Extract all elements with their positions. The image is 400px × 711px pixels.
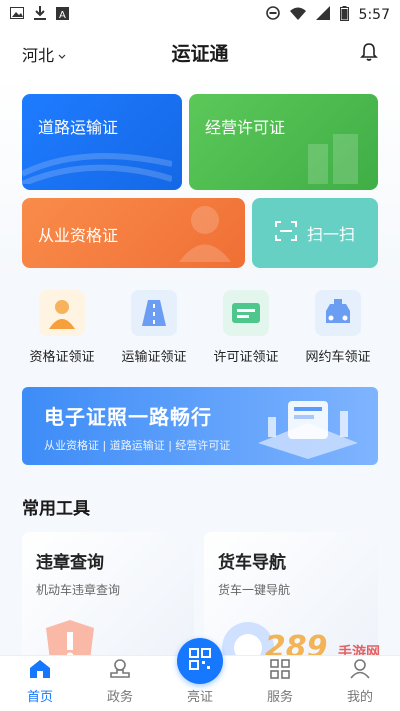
quick-action-label: 许可证领证: [213, 350, 279, 365]
tab-home[interactable]: 首页: [5, 659, 75, 705]
tab-label: 服务: [266, 690, 293, 705]
permit-card-icon: [223, 290, 269, 336]
text-icon: A: [56, 6, 69, 24]
scan-label: 扫一扫: [306, 225, 355, 244]
violation-query-card[interactable]: 违章查询 机动车违章查询: [22, 532, 194, 662]
quick-action-transport[interactable]: 运输证领证: [114, 290, 194, 365]
svg-text:A: A: [59, 10, 66, 20]
tab-label: 我的: [346, 690, 373, 705]
tab-government[interactable]: 政务: [85, 659, 155, 705]
home-icon: [29, 659, 51, 683]
quick-action-label: 资格证领证: [29, 350, 95, 365]
taxi-icon: [315, 290, 361, 336]
business-license-label: 经营许可证: [205, 118, 286, 137]
tab-label: 亮证: [186, 690, 213, 705]
status-icons-left: A: [10, 6, 69, 24]
tool-title: 货车导航: [218, 553, 286, 573]
status-time: 5:57: [358, 7, 390, 23]
quick-action-permit[interactable]: 许可证领证: [206, 290, 286, 365]
building-deco-icon: [308, 134, 358, 184]
quick-actions: 资格证领证 运输证领证 许可证领证 网约车领证: [22, 290, 378, 365]
user-icon: [350, 659, 370, 683]
road-icon: [131, 290, 177, 336]
signal-icon: [315, 6, 330, 24]
region-label: 河北: [22, 46, 55, 65]
chevron-down-icon: [58, 45, 66, 64]
region-selector[interactable]: 河北: [22, 42, 66, 66]
quick-action-qualification[interactable]: 资格证领证: [22, 290, 102, 365]
banner-title: 电子证照一路畅行: [44, 405, 212, 429]
section-title: 常用工具: [22, 499, 90, 519]
quick-action-ride-hailing[interactable]: 网约车领证: [298, 290, 378, 365]
status-bar: A 5:57: [0, 0, 400, 30]
tab-label: 首页: [26, 690, 53, 705]
business-license-card[interactable]: 经营许可证: [189, 94, 378, 190]
qualification-label: 从业资格证: [38, 226, 119, 245]
page-title: 运证通: [171, 42, 229, 65]
wifi-icon: [289, 7, 306, 24]
download-icon: [34, 6, 46, 24]
tab-services[interactable]: 服务: [245, 659, 315, 705]
tool-subtitle: 货车一键导航: [218, 583, 291, 597]
promo-banner[interactable]: 电子证照一路畅行 从业资格证 | 道路运输证 | 经营许可证: [22, 387, 378, 465]
road-transport-card[interactable]: 道路运输证: [22, 94, 182, 190]
app-header: 河北 运证通: [0, 30, 400, 74]
tool-subtitle: 机动车违章查询: [36, 583, 121, 597]
status-icons-right: 5:57: [265, 5, 390, 25]
quick-action-label: 运输证领证: [121, 350, 187, 365]
person-deco-icon: [179, 206, 231, 262]
bell-icon[interactable]: [360, 42, 378, 66]
tab-profile[interactable]: 我的: [325, 659, 395, 705]
stamp-icon: [109, 659, 131, 683]
tool-title: 违章查询: [36, 553, 104, 573]
show-license-button[interactable]: [177, 638, 223, 684]
scan-icon: [274, 221, 297, 245]
phone-illustration-icon: [258, 401, 358, 459]
battery-icon: [339, 5, 349, 25]
banner-subtitle: 从业资格证 | 道路运输证 | 经营许可证: [44, 439, 231, 452]
image-icon: [10, 7, 24, 23]
road-deco-icon: [22, 153, 172, 184]
worker-icon: [39, 290, 85, 336]
quick-action-label: 网约车领证: [305, 350, 371, 365]
qualification-card[interactable]: 从业资格证: [22, 198, 245, 268]
scan-card[interactable]: 扫一扫: [252, 198, 378, 268]
grid-icon: [270, 659, 290, 683]
dnd-icon: [265, 6, 280, 24]
qr-code-icon: [189, 648, 211, 674]
tab-label: 政务: [106, 690, 133, 705]
